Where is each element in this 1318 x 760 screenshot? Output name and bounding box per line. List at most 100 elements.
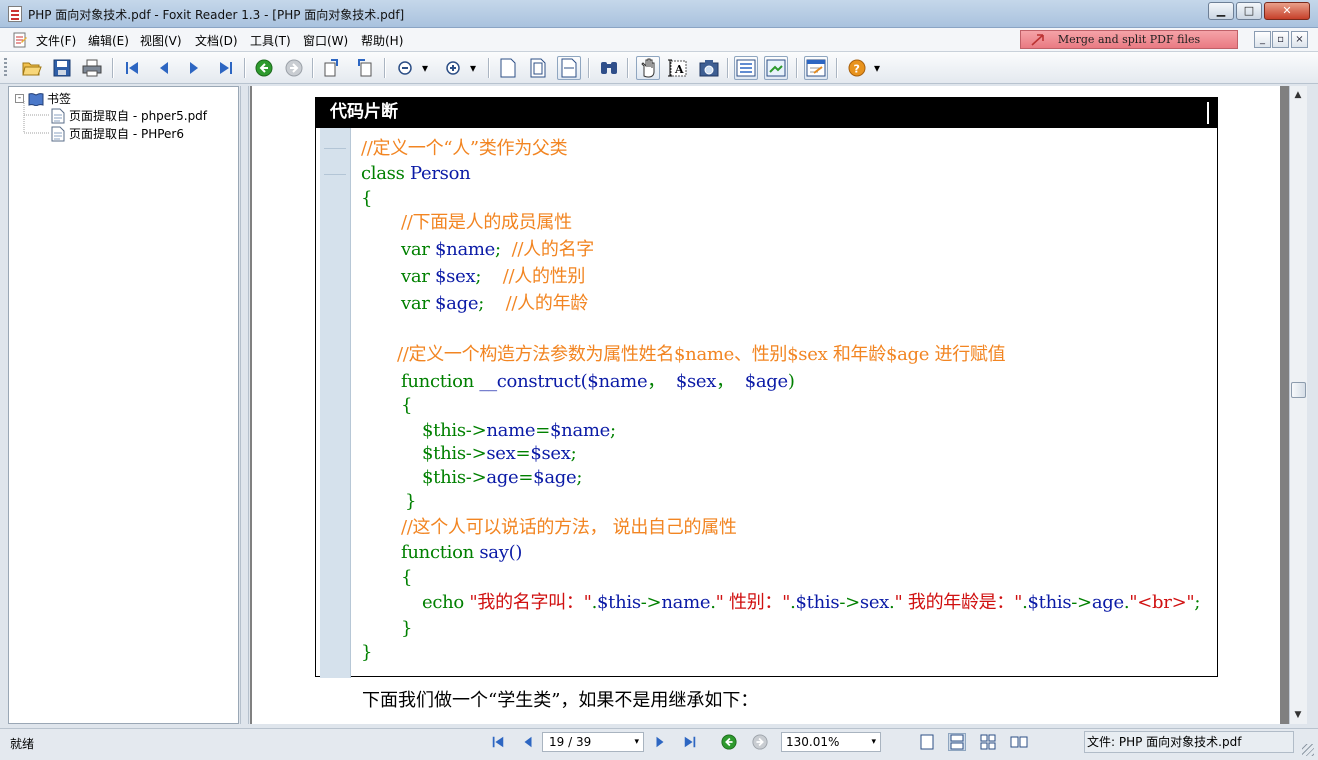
fit-width-icon[interactable] <box>557 56 581 80</box>
forward-icon[interactable] <box>282 56 306 80</box>
panel-splitter[interactable] <box>240 86 249 724</box>
code-line: { <box>401 395 412 417</box>
code-token: ， <box>647 371 676 392</box>
forward-icon[interactable] <box>751 733 769 751</box>
menu-document[interactable]: 文档(D) <box>195 32 238 49</box>
resize-grip[interactable] <box>1302 744 1314 756</box>
actual-size-icon[interactable] <box>496 56 520 80</box>
code-line: $this->age=$age; <box>422 467 582 489</box>
zoom-field[interactable]: 130.01% ▾ <box>781 732 881 752</box>
code-line: { <box>401 567 412 589</box>
next-page-icon[interactable] <box>651 733 669 751</box>
minimize-button[interactable]: ▁ <box>1208 2 1234 20</box>
gutter-mark <box>324 174 346 175</box>
doc-minimize-button[interactable]: _ <box>1254 31 1271 48</box>
rotate-left-icon[interactable] <box>320 56 344 80</box>
close-button[interactable]: ✕ <box>1264 2 1310 20</box>
code-token: } <box>401 618 413 639</box>
page-number-field[interactable]: 19 / 39 ▾ <box>542 732 644 752</box>
hand-tool-icon[interactable] <box>636 56 660 80</box>
prev-page-icon[interactable] <box>152 56 176 80</box>
print-icon[interactable] <box>80 56 104 80</box>
promo-label: Merge and split PDF files <box>1057 33 1201 46</box>
scroll-up-button[interactable]: ▲ <box>1293 90 1303 100</box>
menu-tools[interactable]: 工具(T) <box>250 32 291 49</box>
status-text: 就绪 <box>10 737 35 751</box>
menu-file[interactable]: 文件(F) <box>36 32 76 49</box>
code-token: " 性别：" <box>715 592 791 613</box>
save-icon[interactable] <box>50 56 74 80</box>
code-token: } <box>405 491 417 512</box>
code-token: $this <box>795 592 840 613</box>
zoom-in-dropdown[interactable]: ▾ <box>466 56 480 80</box>
scroll-down-button[interactable]: ▼ <box>1293 710 1303 720</box>
toolbar-separator <box>588 58 589 78</box>
first-page-icon[interactable] <box>120 56 144 80</box>
code-token: //这个人可以说话的方法， 说出自己的属性 <box>401 517 737 538</box>
continuous-view-icon[interactable] <box>948 733 966 751</box>
zoom-out-icon[interactable] <box>393 56 417 80</box>
bookmark-item[interactable]: 页面提取自 - phper5.pdf <box>51 107 207 124</box>
last-page-icon[interactable] <box>214 56 238 80</box>
annotation-icon[interactable] <box>804 56 828 80</box>
code-line: } <box>405 491 416 513</box>
code-token: { <box>401 395 413 416</box>
page-dropdown[interactable]: ▾ <box>634 733 639 751</box>
scroll-thumb[interactable] <box>1291 382 1306 398</box>
facing-continuous-view-icon[interactable] <box>979 733 997 751</box>
menu-window[interactable]: 窗口(W) <box>303 32 348 49</box>
svg-text:A: A <box>674 63 684 76</box>
code-token: } <box>361 642 373 663</box>
menu-view[interactable]: 视图(V) <box>140 32 182 49</box>
code-token: ; <box>570 443 577 464</box>
zoom-out-dropdown[interactable]: ▾ <box>418 56 432 80</box>
bookmarks-panel-icon[interactable] <box>734 56 758 80</box>
file-info: 文件: PHP 面向对象技术.pdf <box>1084 731 1294 753</box>
code-token: $this <box>422 467 466 488</box>
maximize-button[interactable]: □ <box>1236 2 1262 20</box>
doc-close-button[interactable]: × <box>1291 31 1308 48</box>
open-icon[interactable] <box>20 56 44 80</box>
find-icon[interactable] <box>597 56 621 80</box>
code-token: age <box>1091 592 1124 613</box>
back-icon[interactable] <box>720 733 738 751</box>
document-view[interactable]: 代码片断 //定义一个“人”类作为父类 class Person {//下面是人的成… <box>250 86 1289 724</box>
thumbnails-panel-icon[interactable] <box>764 56 788 80</box>
code-token: var <box>401 293 436 314</box>
code-token: //定义一个“人”类作为父类 <box>361 138 568 159</box>
facing-view-icon[interactable] <box>1010 733 1028 751</box>
code-token: -> <box>465 467 487 488</box>
code-box-title-text: 代码片断 <box>330 102 398 122</box>
back-icon[interactable] <box>252 56 276 80</box>
menu-edit[interactable]: 编辑(E) <box>88 32 129 49</box>
text-select-icon[interactable]: A <box>666 56 690 80</box>
help-icon[interactable]: ? <box>845 56 869 80</box>
prev-page-icon[interactable] <box>519 733 537 751</box>
last-page-icon[interactable] <box>681 733 699 751</box>
code-token: ; <box>1194 592 1201 613</box>
merge-split-ad-banner[interactable]: Merge and split PDF files <box>1020 30 1238 49</box>
code-token: -> <box>465 420 487 441</box>
single-page-view-icon[interactable] <box>918 733 936 751</box>
code-token: function <box>401 371 480 392</box>
code-token: = <box>515 443 531 464</box>
zoom-dropdown[interactable]: ▾ <box>871 733 876 751</box>
doc-restore-button[interactable]: ▫ <box>1272 31 1289 48</box>
code-box-title: 代码片断 <box>316 98 1217 128</box>
help-dropdown[interactable]: ▾ <box>870 56 884 80</box>
bookmark-item[interactable]: 页面提取自 - PHPer6 <box>51 125 184 142</box>
vertical-scrollbar[interactable]: ▲ ▼ <box>1289 86 1307 724</box>
zoom-in-icon[interactable] <box>441 56 465 80</box>
toolbar-separator <box>488 58 489 78</box>
fit-page-icon[interactable] <box>526 56 550 80</box>
first-page-icon[interactable] <box>489 733 507 751</box>
page-icon <box>51 126 65 141</box>
toolbar-grip <box>4 58 7 78</box>
next-page-icon[interactable] <box>182 56 206 80</box>
menu-help[interactable]: 帮助(H) <box>361 32 403 49</box>
snapshot-icon[interactable] <box>697 56 721 80</box>
window-title: PHP 面向对象技术.pdf - Foxit Reader 1.3 - [PHP… <box>28 8 405 22</box>
code-line: var $name; //人的名字 <box>401 239 594 261</box>
rotate-right-icon[interactable] <box>352 56 376 80</box>
code-token: $sex <box>675 371 717 392</box>
